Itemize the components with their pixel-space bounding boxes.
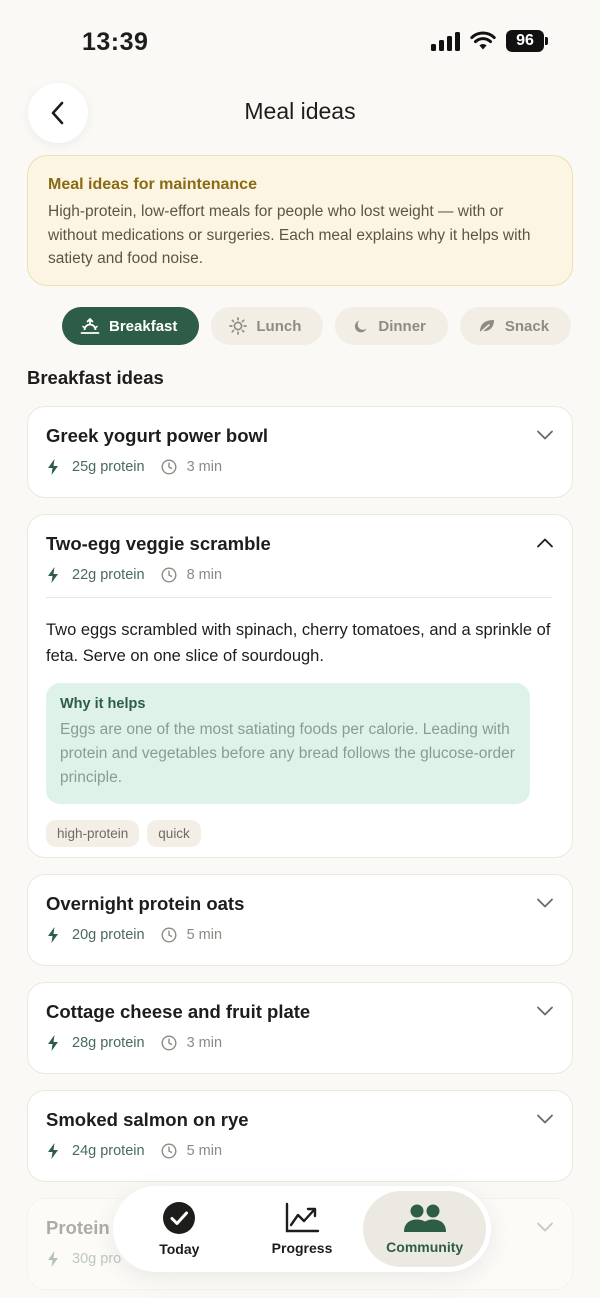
- prep-time: 3 min: [186, 459, 223, 475]
- bolt-icon: [48, 927, 58, 943]
- section-title: Breakfast ideas: [27, 367, 164, 388]
- bolt-icon: [48, 1143, 58, 1159]
- chevron-up-icon[interactable]: [536, 537, 554, 549]
- meal-tabs: Breakfast Lunch Dinner Snack: [62, 307, 572, 345]
- bolt-icon: [48, 1035, 58, 1051]
- tab-breakfast[interactable]: Breakfast: [62, 307, 200, 345]
- meal-name: Cottage cheese and fruit plate: [46, 1001, 311, 1022]
- sunrise-icon: [80, 318, 100, 334]
- meal-name: Smoked salmon on rye: [46, 1109, 249, 1130]
- tag: quick: [147, 820, 201, 847]
- status-bar: 13:39 96: [0, 0, 600, 84]
- bottom-navigation: Today Progress Community: [113, 1186, 491, 1272]
- chevron-down-icon[interactable]: [536, 1221, 554, 1233]
- chevron-down-icon[interactable]: [536, 1005, 554, 1017]
- status-time: 13:39: [82, 28, 149, 56]
- sun-icon: [229, 317, 248, 335]
- nav-label: Progress: [271, 1240, 333, 1256]
- chevron-down-icon[interactable]: [536, 429, 554, 441]
- meal-card-expanded[interactable]: Two-egg veggie scramble 22g protein 8 mi…: [27, 514, 573, 858]
- clock-icon: [161, 459, 177, 475]
- nav-label: Community: [386, 1239, 464, 1255]
- tab-lunch[interactable]: Lunch: [211, 307, 324, 345]
- chevron-down-icon[interactable]: [536, 1113, 554, 1125]
- meal-name: Two-egg veggie scramble: [46, 533, 271, 554]
- moon-icon: [355, 320, 367, 333]
- check-circle-icon: [163, 1202, 196, 1234]
- meal-description: Two eggs scrambled with spinach, cherry …: [46, 621, 551, 665]
- nav-today[interactable]: Today: [118, 1191, 241, 1267]
- meal-card[interactable]: Cottage cheese and fruit plate 28g prote…: [27, 982, 573, 1074]
- protein-amount: 22g protein: [72, 567, 145, 583]
- tag: high-protein: [46, 820, 140, 847]
- why-it-helps-box: Why it helps Eggs are one of the most sa…: [46, 683, 530, 804]
- clock-icon: [161, 1143, 177, 1159]
- protein-amount: 30g pro: [72, 1251, 122, 1267]
- people-icon: [403, 1204, 446, 1232]
- why-title: Why it helps: [60, 696, 146, 712]
- tab-label: Snack: [504, 317, 550, 335]
- wifi-icon: [470, 31, 496, 50]
- meal-meta: 28g protein 3 min: [46, 1034, 554, 1052]
- clock-icon: [161, 1035, 177, 1051]
- meal-card[interactable]: Smoked salmon on rye 24g protein 5 min: [27, 1090, 573, 1182]
- nav-label: Today: [159, 1241, 200, 1257]
- divider: [46, 597, 552, 598]
- meal-tags: high-protein quick: [46, 820, 554, 847]
- status-icons: 96: [431, 30, 548, 52]
- protein-amount: 25g protein: [72, 459, 145, 475]
- meal-name: Overnight protein oats: [46, 893, 245, 914]
- clock-icon: [161, 567, 177, 583]
- tab-label: Breakfast: [109, 317, 178, 335]
- tab-dinner[interactable]: Dinner: [335, 307, 448, 345]
- meal-card[interactable]: Greek yogurt power bowl 25g protein 3 mi…: [27, 406, 573, 498]
- info-title: Meal ideas for maintenance: [48, 176, 257, 193]
- signal-icon: [431, 31, 460, 51]
- info-body: High-protein, low-effort meals for peopl…: [48, 203, 531, 267]
- prep-time: 8 min: [186, 567, 223, 583]
- protein-amount: 28g protein: [72, 1035, 145, 1051]
- leaf-icon: [479, 320, 494, 333]
- nav-community[interactable]: Community: [363, 1191, 487, 1267]
- clock-icon: [161, 927, 177, 943]
- meal-meta: 24g protein 5 min: [46, 1142, 554, 1160]
- nav-progress[interactable]: Progress: [241, 1191, 364, 1267]
- trend-chart-icon: [285, 1202, 320, 1233]
- chevron-down-icon[interactable]: [536, 897, 554, 909]
- protein-amount: 20g protein: [72, 927, 145, 943]
- battery-indicator: 96: [506, 30, 548, 52]
- bolt-icon: [48, 1251, 58, 1267]
- prep-time: 5 min: [186, 927, 223, 943]
- bolt-icon: [48, 459, 58, 475]
- meal-meta: 25g protein 3 min: [46, 458, 554, 476]
- page-title: Meal ideas: [244, 98, 356, 124]
- meal-meta: 22g protein 8 min: [46, 566, 554, 584]
- tab-snack[interactable]: Snack: [459, 307, 572, 345]
- bolt-icon: [48, 567, 58, 583]
- meal-meta: 20g protein 5 min: [46, 926, 554, 944]
- prep-time: 5 min: [186, 1143, 223, 1159]
- meal-card[interactable]: Overnight protein oats 20g protein 5 min: [27, 874, 573, 966]
- tab-label: Lunch: [256, 317, 302, 335]
- tab-label: Dinner: [378, 317, 426, 335]
- protein-amount: 24g protein: [72, 1143, 145, 1159]
- prep-time: 3 min: [186, 1035, 223, 1051]
- meal-name: Greek yogurt power bowl: [46, 425, 269, 446]
- maintenance-info-card: Meal ideas for maintenance High-protein,…: [27, 155, 573, 286]
- why-body: Eggs are one of the most satiating foods…: [60, 721, 515, 786]
